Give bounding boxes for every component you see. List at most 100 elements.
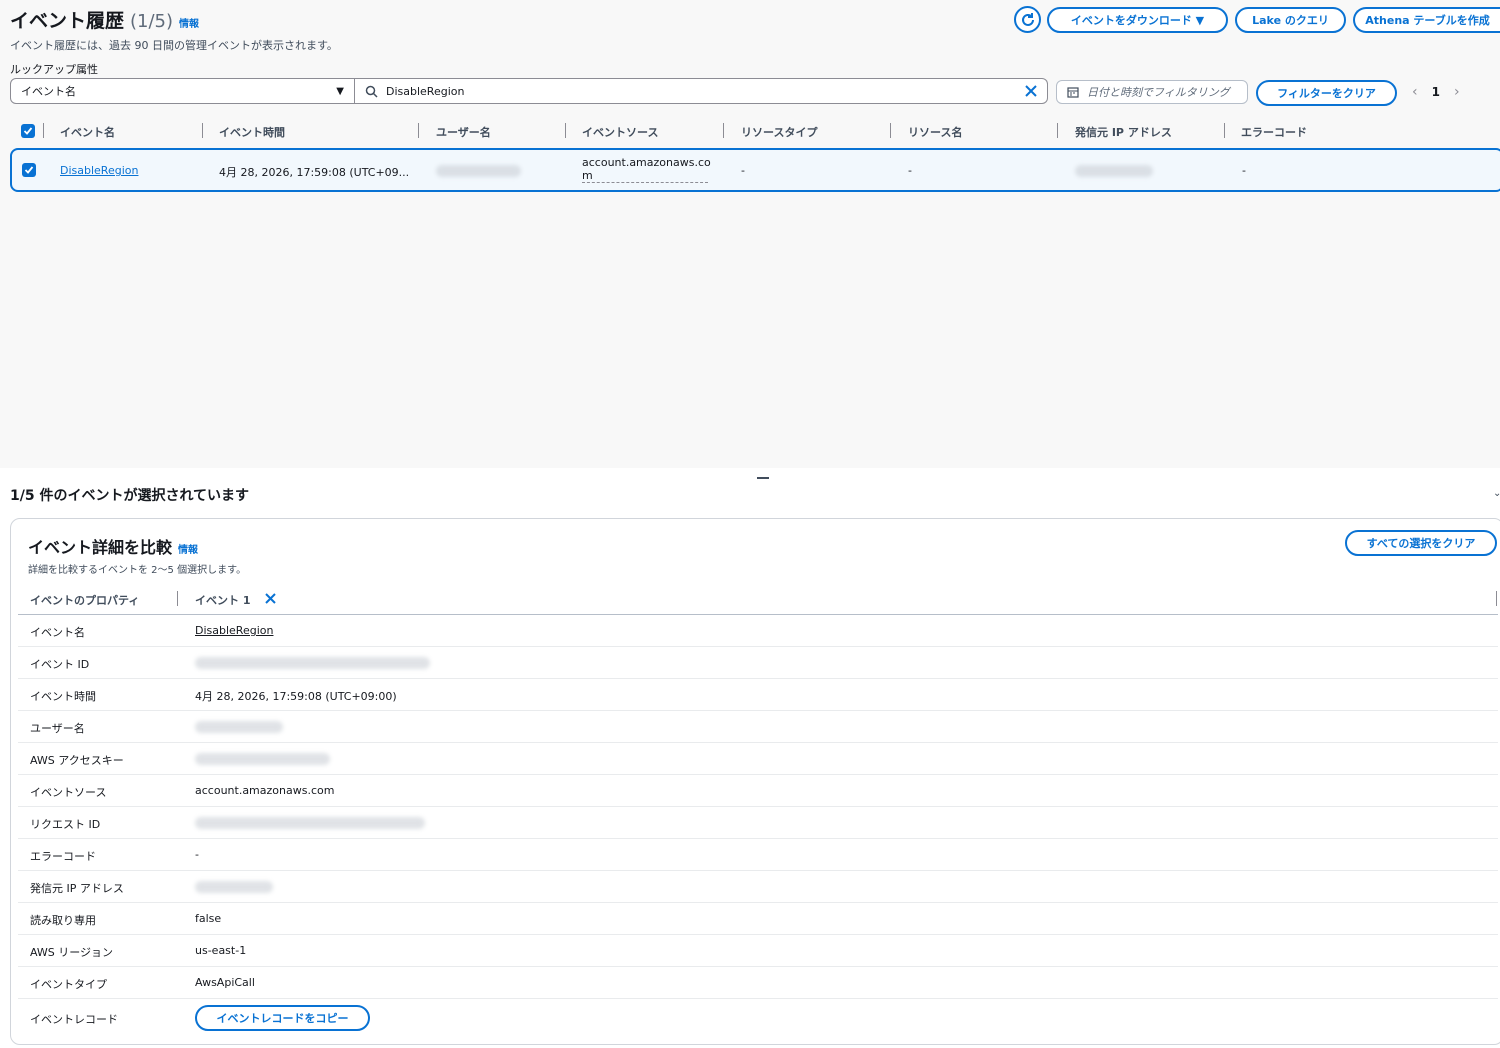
event-name-link[interactable]: DisableRegion: [60, 164, 138, 177]
copy-event-record-button[interactable]: イベントレコードをコピー: [195, 1005, 370, 1031]
column-divider: [565, 123, 566, 138]
property-row: ユーザー名: [18, 711, 1498, 743]
column-divider: [1496, 591, 1497, 606]
current-page[interactable]: 1: [1432, 85, 1440, 99]
lookup-attribute-select[interactable]: イベント名 ▼: [10, 78, 355, 104]
clear-all-selections-button[interactable]: すべての選択をクリア: [1345, 530, 1497, 556]
property-key: イベント名: [30, 626, 85, 639]
page-header: イベント履歴 (1/5) 情報: [10, 6, 199, 33]
lookup-attribute-label: ルックアップ属性: [10, 63, 98, 76]
lake-query-button[interactable]: Lake のクエリ: [1235, 7, 1346, 33]
redacted-event-id: [195, 657, 430, 669]
resource-type-cell: -: [741, 164, 745, 177]
column-event-name[interactable]: イベント名: [60, 124, 115, 140]
property-key: AWS アクセスキー: [30, 754, 124, 767]
property-key: エラーコード: [30, 850, 96, 863]
info-link[interactable]: 情報: [179, 15, 199, 30]
clear-filters-button[interactable]: フィルターをクリア: [1256, 80, 1397, 106]
page-description: イベント履歴には、過去 90 日間の管理イベントが表示されます。: [10, 39, 338, 52]
redacted-user-name: [436, 165, 521, 177]
property-row: イベントタイプ AwsApiCall: [18, 967, 1498, 999]
event-history-section: イベント履歴 (1/5) 情報 イベント履歴には、過去 90 日間の管理イベント…: [0, 0, 1500, 468]
page-title: イベント履歴: [10, 10, 125, 32]
redacted-source-ip: [1075, 165, 1153, 177]
event-name-link[interactable]: DisableRegion: [195, 624, 273, 637]
column-source-ip[interactable]: 発信元 IP アドレス: [1075, 124, 1172, 140]
property-value: false: [195, 912, 222, 925]
property-key: イベントソース: [30, 786, 107, 799]
property-value: account.amazonaws.com: [195, 784, 335, 797]
column-divider: [418, 123, 419, 138]
column-user-name[interactable]: ユーザー名: [436, 124, 491, 140]
search-input[interactable]: DisableRegion: [355, 78, 1048, 104]
column-divider: [890, 123, 891, 138]
date-time-filter[interactable]: 日付と時刻でフィルタリング: [1056, 80, 1248, 104]
column-event-source[interactable]: イベントソース: [582, 124, 658, 140]
column-resource-name[interactable]: リソース名: [908, 124, 962, 140]
property-key: ユーザー名: [30, 722, 85, 735]
property-key: AWS リージョン: [30, 946, 114, 959]
redacted-request-id: [195, 817, 425, 829]
compare-description: 詳細を比較するイベントを 2～5 個選択します。: [28, 565, 247, 576]
property-row: 読み取り専用 false: [18, 903, 1498, 935]
event-source-line: account.amazonaws.co: [582, 156, 711, 169]
row-checkbox[interactable]: [22, 163, 36, 177]
property-value: us-east-1: [195, 944, 247, 957]
redacted-access-key: [195, 753, 330, 765]
date-filter-placeholder: 日付と時刻でフィルタリング: [1087, 86, 1230, 99]
selection-summary: 1/5 件のイベントが選択されています: [10, 488, 250, 504]
lookup-attribute-value: イベント名: [21, 85, 76, 98]
caret-down-icon: ▼: [336, 85, 344, 97]
property-row: イベント ID: [18, 647, 1498, 679]
split-panel-resize-handle[interactable]: [757, 477, 769, 479]
download-events-button[interactable]: イベントをダウンロード ▼: [1047, 7, 1228, 33]
property-row: イベント時間 4月 28, 2026, 17:59:08 (UTC+09:00): [18, 679, 1498, 711]
property-key: 発信元 IP アドレス: [30, 882, 124, 895]
previous-page-icon[interactable]: ‹: [1412, 84, 1418, 100]
redacted-source-ip: [195, 881, 273, 893]
remove-event-icon[interactable]: [265, 593, 276, 604]
column-divider: [1224, 123, 1225, 138]
create-athena-table-button[interactable]: Athena テーブルを作成: [1353, 7, 1500, 33]
property-row: AWS アクセスキー: [18, 743, 1498, 775]
property-value: -: [195, 848, 199, 861]
property-row: 発信元 IP アドレス: [18, 871, 1498, 903]
table-header: イベント名 イベント時間 ユーザー名 イベントソース リソースタイプ リソース名…: [10, 118, 1500, 144]
selection-count: (1/5): [130, 11, 174, 32]
column-divider: [43, 123, 44, 138]
column-error-code[interactable]: エラーコード: [1241, 124, 1307, 140]
error-code-cell: -: [1242, 164, 1246, 177]
property-row: イベントレコード イベントレコードをコピー: [18, 999, 1498, 1039]
select-all-checkbox[interactable]: [21, 124, 35, 138]
property-value: AwsApiCall: [195, 976, 255, 989]
collapse-icon[interactable]: ⌄: [1493, 488, 1500, 499]
property-key: イベントタイプ: [30, 978, 107, 991]
column-resource-type[interactable]: リソースタイプ: [741, 124, 817, 140]
property-key: イベント ID: [30, 658, 90, 671]
clear-search-icon[interactable]: [1025, 85, 1037, 97]
column-event-time[interactable]: イベント時間: [219, 124, 285, 140]
column-divider: [202, 123, 203, 138]
property-row: イベント名 DisableRegion: [18, 615, 1498, 647]
event-time-cell: 4月 28, 2026, 17:59:08 (UTC+09...: [219, 166, 410, 179]
pagination: ‹ 1 ›: [1412, 84, 1460, 100]
search-icon: [365, 85, 378, 98]
next-page-icon[interactable]: ›: [1454, 84, 1460, 100]
check-icon: [24, 166, 34, 174]
column-divider: [723, 123, 724, 138]
resource-name-cell: -: [908, 164, 912, 177]
column-divider: [1057, 123, 1058, 138]
refresh-button[interactable]: [1014, 6, 1041, 33]
refresh-icon: [1021, 12, 1034, 26]
info-link[interactable]: 情報: [178, 541, 198, 556]
property-key: 読み取り専用: [30, 914, 96, 927]
event-source-line: m: [582, 169, 593, 182]
redacted-user-name: [195, 721, 283, 733]
property-value: 4月 28, 2026, 17:59:08 (UTC+09:00): [195, 690, 397, 703]
check-icon: [23, 127, 33, 135]
table-row[interactable]: DisableRegion 4月 28, 2026, 17:59:08 (UTC…: [10, 148, 1500, 192]
compare-title: イベント詳細を比較: [28, 538, 173, 557]
column-event-1: イベント 1: [195, 594, 251, 607]
property-row: リクエスト ID: [18, 807, 1498, 839]
property-key: イベント時間: [30, 690, 96, 703]
